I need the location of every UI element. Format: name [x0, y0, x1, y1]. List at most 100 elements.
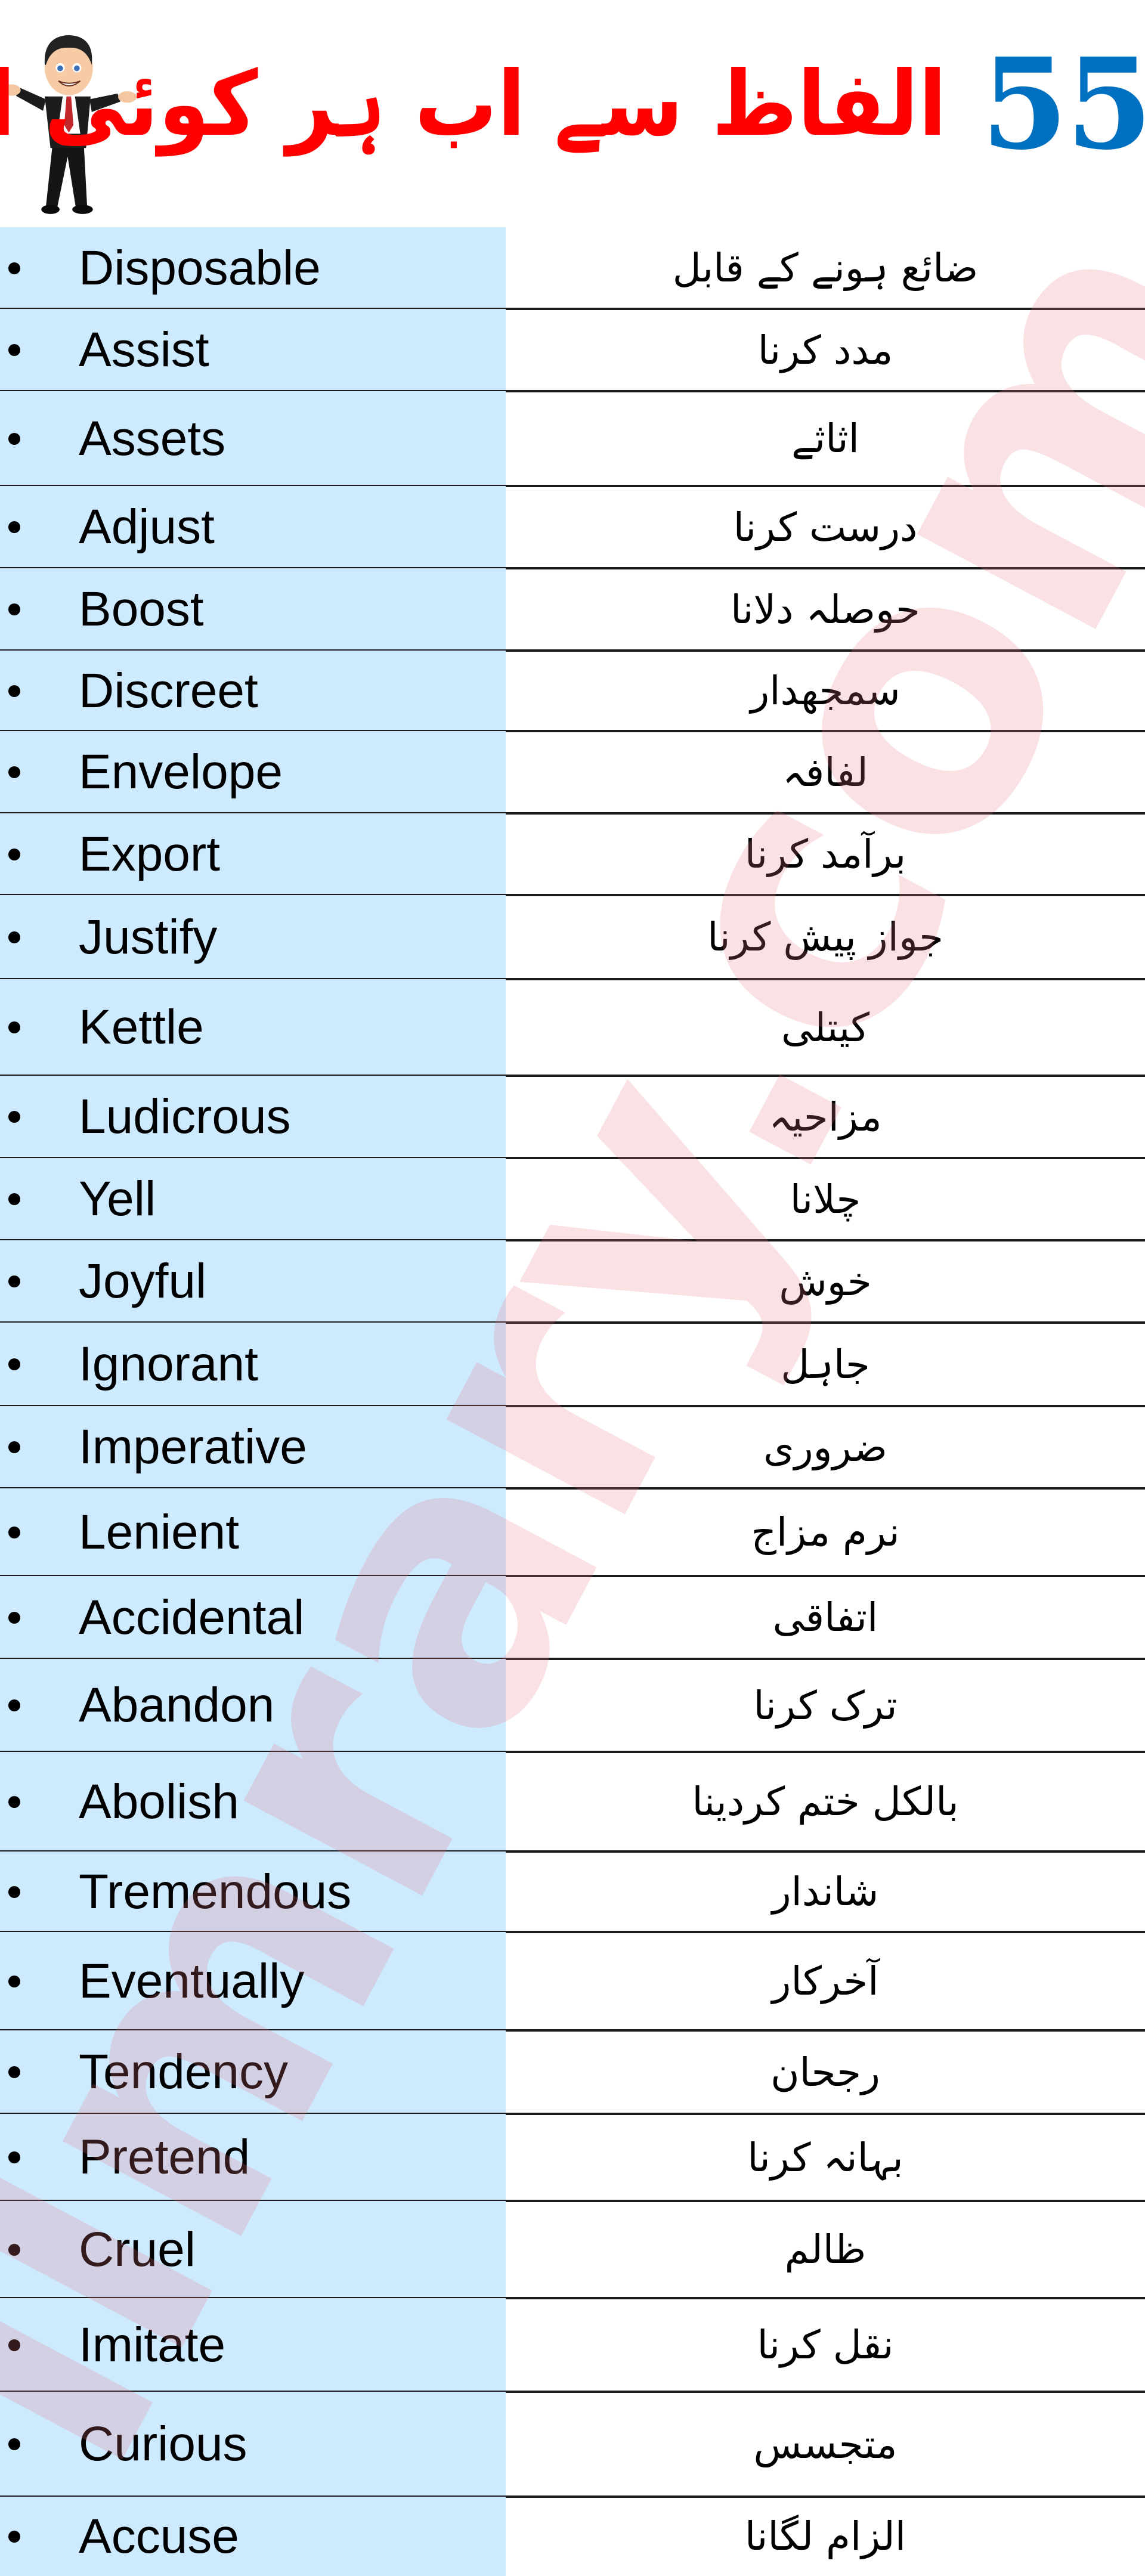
bullet-icon	[8, 1795, 20, 1808]
bullet-icon	[8, 848, 20, 860]
table-row: Tendency رجحان	[0, 2030, 1145, 2115]
bullet-icon	[8, 1441, 20, 1453]
bullet-icon	[8, 1275, 20, 1287]
english-word: Lenient	[79, 1504, 240, 1559]
bullet-icon	[8, 2151, 20, 2163]
english-cell: Accidental	[0, 1576, 506, 1659]
english-word: Ludicrous	[79, 1089, 291, 1144]
table-row: Kettle کیتلی	[0, 979, 1145, 1077]
table-row: Tremendous شاندار	[0, 1852, 1145, 1933]
english-word: Accidental	[79, 1590, 305, 1645]
urdu-meaning: بالکل ختم کردینا	[692, 1779, 959, 1825]
urdu-meaning: نقل کرنا	[757, 2322, 894, 2368]
table-row: Cruel ظالم	[0, 2201, 1145, 2299]
urdu-meaning: لفافہ	[782, 749, 868, 795]
urdu-meaning: رجحان	[770, 2049, 880, 2095]
table-row: Justify جواز پیش کرنا	[0, 895, 1145, 980]
english-word: Tremendous	[79, 1864, 352, 1919]
english-cell: Curious	[0, 2392, 506, 2497]
table-row: Abandon ترک کرنا	[0, 1659, 1145, 1753]
table-row: Eventually آخرکار	[0, 1932, 1145, 2032]
page-title-urdu: الفاظ سے اب ہر کوئی انگلش بولے	[0, 52, 947, 156]
english-cell: Ignorant	[0, 1323, 506, 1406]
english-word: Boost	[79, 582, 204, 636]
english-cell: Lenient	[0, 1488, 506, 1576]
english-cell: Accuse	[0, 2497, 506, 2576]
table-row: Adjust درست کرنا	[0, 486, 1145, 569]
english-cell: Tendency	[0, 2030, 506, 2114]
table-row: Imitate نقل کرنا	[0, 2298, 1145, 2393]
english-word: Abolish	[79, 1774, 239, 1829]
bullet-icon	[8, 2530, 20, 2543]
table-row: Disposable ضائع ہونے کے قابل	[0, 227, 1145, 310]
table-row: Curious متجسس	[0, 2392, 1145, 2498]
english-cell: Assets	[0, 391, 506, 486]
english-word: Assist	[79, 323, 209, 377]
english-cell: Yell	[0, 1158, 506, 1240]
english-cell: Kettle	[0, 979, 506, 1076]
english-word: Joyful	[79, 1254, 207, 1308]
bullet-icon	[8, 432, 20, 445]
english-cell: Justify	[0, 895, 506, 979]
urdu-meaning: ترک کرنا	[753, 1682, 898, 1729]
english-cell: Envelope	[0, 731, 506, 813]
urdu-meaning: مزاحیہ	[769, 1094, 882, 1140]
english-cell: Disposable	[0, 227, 506, 309]
bullet-icon	[8, 766, 20, 778]
urdu-meaning: شاندار	[772, 1869, 879, 1915]
english-word: Assets	[79, 411, 226, 466]
table-row: Joyful خوش	[0, 1240, 1145, 1324]
urdu-meaning: جاہل	[781, 1341, 870, 1388]
english-cell: Abolish	[0, 1752, 506, 1852]
bullet-icon	[8, 1021, 20, 1033]
urdu-meaning: ظالم	[784, 2227, 867, 2272]
urdu-meaning: اثاثے	[791, 416, 859, 462]
english-cell: Ludicrous	[0, 1076, 506, 1158]
english-cell: Imitate	[0, 2298, 506, 2392]
table-row: Discreet سمجھدار	[0, 651, 1145, 732]
english-cell: Tremendous	[0, 1852, 506, 1932]
table-row: Yell چلانا	[0, 1158, 1145, 1241]
english-word: Yell	[79, 1172, 156, 1226]
urdu-meaning: جواز پیش کرنا	[707, 914, 943, 960]
urdu-meaning: الزام لگانا	[744, 2513, 906, 2559]
bullet-icon	[8, 931, 20, 943]
urdu-meaning: درست کرنا	[733, 504, 918, 550]
page-title-number: 55	[981, 30, 1145, 178]
english-cell: Assist	[0, 309, 506, 391]
bullet-icon	[8, 1611, 20, 1624]
english-word: Disposable	[79, 240, 321, 295]
english-word: Eventually	[79, 1953, 305, 2008]
bullet-icon	[8, 603, 20, 615]
urdu-meaning: ضروری	[763, 1424, 887, 1470]
table-row: Assist مدد کرنا	[0, 309, 1145, 392]
bullet-icon	[8, 2243, 20, 2256]
urdu-meaning: اتفاقی	[772, 1594, 878, 1640]
bullet-icon	[8, 2339, 20, 2351]
urdu-meaning: خوش	[779, 1258, 872, 1305]
english-cell: Eventually	[0, 1932, 506, 2030]
table-row: Ludicrous مزاحیہ	[0, 1076, 1145, 1159]
english-word: Kettle	[79, 1000, 204, 1054]
table-row: Envelope لفافہ	[0, 731, 1145, 815]
bullet-icon	[8, 1526, 20, 1538]
table-row: Boost حوصلہ دلانا	[0, 568, 1145, 652]
english-word: Imitate	[79, 2317, 226, 2372]
english-cell: Pretend	[0, 2114, 506, 2201]
english-word: Tendency	[79, 2045, 289, 2099]
english-word: Pretend	[79, 2130, 250, 2184]
table-row: Pretend بہانہ کرنا	[0, 2114, 1145, 2202]
bullet-icon	[8, 685, 20, 697]
urdu-meaning: نرم مزاج	[751, 1509, 900, 1555]
bullet-icon	[8, 1193, 20, 1205]
urdu-meaning: چلانا	[790, 1176, 861, 1222]
bullet-icon	[8, 1358, 20, 1370]
english-word: Adjust	[79, 500, 215, 554]
bullet-icon	[8, 2438, 20, 2450]
english-word: Justify	[79, 909, 218, 964]
vocabulary-table: Disposable ضائع ہونے کے قابل Assist مدد کرن…	[0, 227, 1145, 2576]
urdu-meaning: آخرکار	[772, 1958, 879, 2004]
urdu-meaning: برآمد کرنا	[744, 831, 906, 877]
bullet-icon	[8, 2066, 20, 2078]
table-row: Assets اثاثے	[0, 391, 1145, 487]
